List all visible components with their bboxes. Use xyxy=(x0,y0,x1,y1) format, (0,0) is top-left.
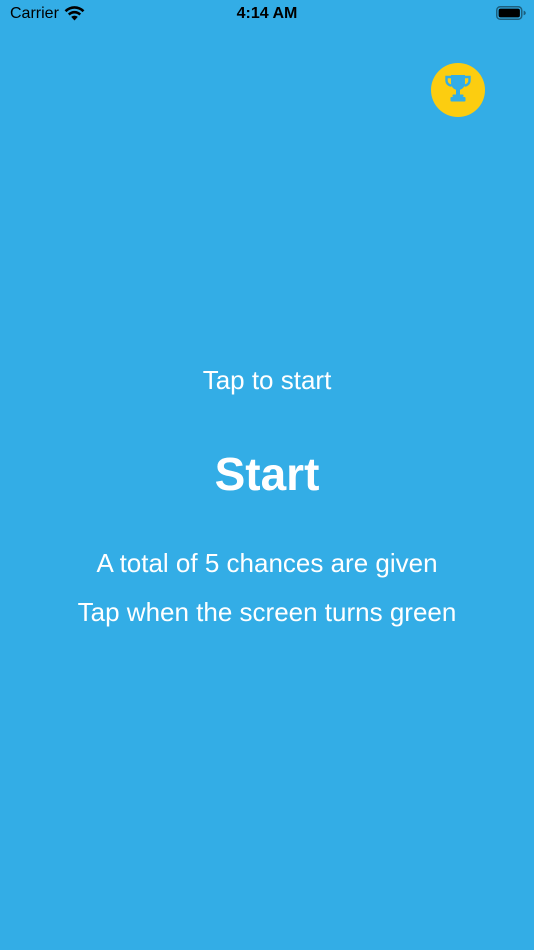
tap-to-start-label: Tap to start xyxy=(202,365,332,395)
instruction-chances: A total of 5 chances are given xyxy=(96,548,438,578)
instruction-tap-green: Tap when the screen turns green xyxy=(77,597,457,627)
start-title: Start xyxy=(214,448,320,500)
tap-area[interactable]: Carrier 4:14 AM Tap to start Start A tot… xyxy=(0,0,534,950)
status-time: 4:14 AM xyxy=(236,5,298,22)
leaderboard-button[interactable] xyxy=(431,63,485,117)
trophy-icon xyxy=(444,73,472,108)
status-bar: Carrier 4:14 AM xyxy=(0,0,534,28)
battery-icon xyxy=(496,6,526,20)
